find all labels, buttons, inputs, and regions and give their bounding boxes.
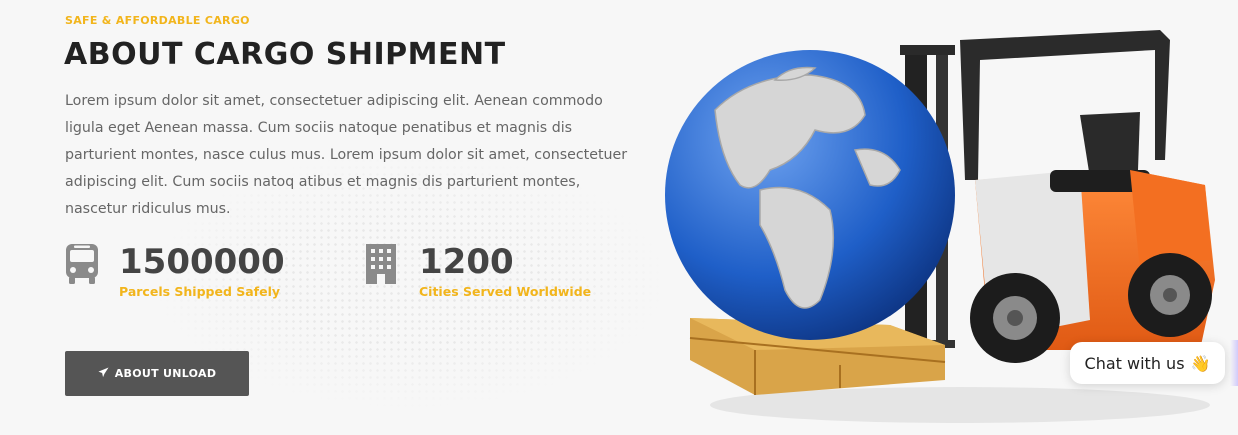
section-eyebrow: SAFE & AFFORDABLE CARGO — [65, 14, 250, 27]
building-icon — [364, 242, 398, 291]
stat-value: 1500000 — [119, 242, 285, 282]
chat-label: Chat with us — [1084, 353, 1185, 373]
about-unload-button[interactable]: ABOUT UNLOAD — [65, 351, 249, 396]
paper-plane-icon — [98, 366, 109, 381]
stat-value: 1200 — [419, 242, 514, 282]
about-unload-label: ABOUT UNLOAD — [114, 367, 217, 380]
waving-hand-icon: 👋 — [1190, 353, 1211, 373]
stat-label: Cities Served Worldwide — [419, 284, 592, 299]
bus-icon — [64, 242, 100, 291]
chat-launcher-edge[interactable] — [1230, 340, 1238, 386]
stat-label: Parcels Shipped Safely — [119, 284, 281, 299]
section-title: ABOUT CARGO SHIPMENT — [64, 37, 506, 72]
section-description: Lorem ipsum dolor sit amet, consectetuer… — [65, 93, 628, 217]
chat-widget[interactable]: Chat with us 👋 — [1070, 342, 1225, 384]
